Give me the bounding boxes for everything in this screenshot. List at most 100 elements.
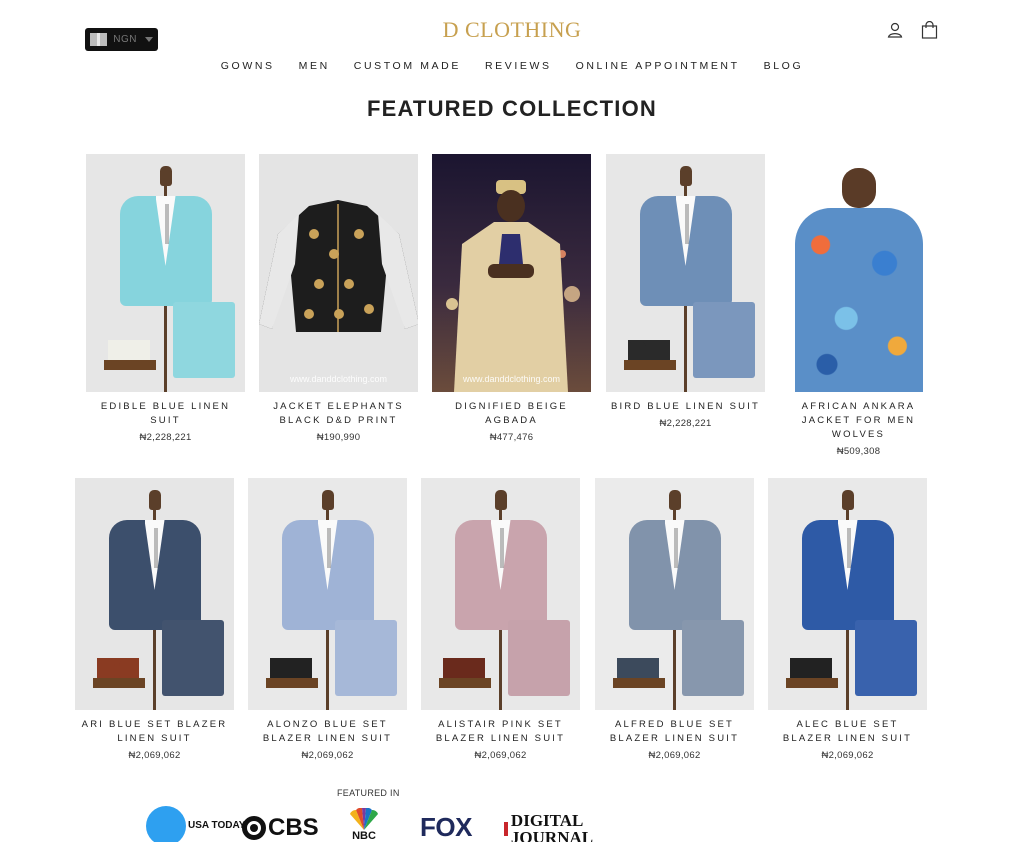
product-image[interactable] [595, 478, 754, 710]
shoe-shelf [439, 678, 491, 688]
nbc-logo: NBC [346, 808, 382, 842]
shoe-shelf [613, 678, 665, 688]
jacket-shape [119, 196, 212, 306]
product-card[interactable]: EDIBLE BLUE LINEN SUIT ₦2,228,221 [86, 154, 245, 443]
shoe-shelf [93, 678, 145, 688]
product-name[interactable]: AFRICAN ANKARA JACKET FOR MEN WOLVES [779, 400, 938, 442]
product-image[interactable] [606, 154, 765, 392]
digital-journal-mark-icon [504, 822, 508, 836]
watermark-text: www.danddclothing.com [289, 374, 388, 384]
product-name[interactable]: ALFRED BLUE SET BLAZER LINEN SUIT [595, 718, 754, 746]
product-price: ₦2,228,221 [139, 432, 192, 443]
shoes-shape [617, 658, 659, 678]
account-button[interactable] [887, 22, 903, 38]
product-price: ₦2,069,062 [821, 750, 874, 761]
shoes-shape [108, 340, 150, 360]
bag-icon [921, 21, 938, 39]
trousers-shape [508, 620, 570, 696]
product-name[interactable]: BIRD BLUE LINEN SUIT [606, 400, 765, 414]
nav-blog[interactable]: BLOG [764, 60, 804, 72]
product-price: ₦2,069,062 [128, 750, 181, 761]
shoe-shelf [266, 678, 318, 688]
product-image[interactable] [75, 478, 234, 710]
user-icon [887, 22, 903, 38]
product-card[interactable]: ALFRED BLUE SET BLAZER LINEN SUIT ₦2,069… [595, 478, 754, 761]
trousers-shape [335, 620, 397, 696]
digital-journal-logo: DIGITAL JOURNAL [504, 812, 614, 842]
jacket-shape [801, 520, 894, 630]
ankara-jacket-shape [794, 208, 923, 392]
jacket-shape [639, 196, 732, 306]
trousers-shape [682, 620, 744, 696]
product-name[interactable]: ALISTAIR PINK SET BLAZER LINEN SUIT [421, 718, 580, 746]
product-image[interactable] [421, 478, 580, 710]
jacket-shape [108, 520, 201, 630]
product-price: ₦2,069,062 [301, 750, 354, 761]
nav-custom-made[interactable]: CUSTOM MADE [354, 60, 461, 72]
product-name[interactable]: EDIBLE BLUE LINEN SUIT [86, 400, 245, 428]
watermark-text: www.danddclothing.com [462, 374, 561, 384]
nav-reviews[interactable]: REVIEWS [485, 60, 552, 72]
trousers-shape [855, 620, 917, 696]
nbc-peacock-icon [350, 808, 378, 830]
product-card[interactable]: ALISTAIR PINK SET BLAZER LINEN SUIT ₦2,0… [421, 478, 580, 761]
trousers-shape [162, 620, 224, 696]
mannequin-head [159, 166, 172, 186]
cbs-text: CBS [268, 814, 319, 841]
nav-gowns[interactable]: GOWNS [221, 60, 275, 72]
product-name[interactable]: JACKET ELEPHANTS BLACK D&D PRINT [259, 400, 418, 428]
nbc-text: NBC [352, 830, 376, 842]
product-card[interactable]: AFRICAN ANKARA JACKET FOR MEN WOLVES ₦50… [779, 154, 938, 457]
product-price: ₦190,990 [316, 432, 361, 443]
cart-button[interactable] [921, 21, 938, 39]
product-image[interactable] [768, 478, 927, 710]
shoes-shape [270, 658, 312, 678]
shoe-shelf [104, 360, 156, 370]
mannequin-head [679, 166, 692, 186]
product-card[interactable]: www.danddclothing.com DIGNIFIED BEIGE AG… [432, 154, 591, 443]
featured-in-label: FEATURED IN [337, 788, 400, 798]
product-card[interactable]: www.danddclothing.com JACKET ELEPHANTS B… [259, 154, 418, 443]
usa-today-text: USA TODAY [188, 820, 246, 831]
agbada-illustration [446, 180, 580, 392]
product-card[interactable]: BIRD BLUE LINEN SUIT ₦2,228,221 [606, 154, 765, 429]
brand-logo[interactable]: D CLOTHING [0, 17, 1024, 43]
jacket-shape [628, 520, 721, 630]
main-nav: GOWNS MEN CUSTOM MADE REVIEWS ONLINE APP… [0, 60, 1024, 72]
mannequin-head [321, 490, 334, 510]
mannequin-head [494, 490, 507, 510]
printed-jacket-illustration [259, 200, 418, 332]
product-name[interactable]: ARI BLUE SET BLAZER LINEN SUIT [75, 718, 234, 746]
nav-men[interactable]: MEN [299, 60, 330, 72]
digital-journal-text: DIGITAL JOURNAL [510, 811, 594, 842]
product-price: ₦477,476 [489, 432, 534, 443]
usa-today-circle-icon [146, 806, 186, 842]
cbs-logo: CBS [242, 814, 319, 842]
product-image[interactable]: www.danddclothing.com [259, 154, 418, 392]
product-name[interactable]: ALEC BLUE SET BLAZER LINEN SUIT [768, 718, 927, 746]
product-image[interactable] [248, 478, 407, 710]
product-price: ₦509,308 [836, 446, 881, 457]
mannequin-head [668, 490, 681, 510]
product-image[interactable]: www.danddclothing.com [432, 154, 591, 392]
product-card[interactable]: ALONZO BLUE SET BLAZER LINEN SUIT ₦2,069… [248, 478, 407, 761]
header-actions [887, 21, 938, 39]
usa-today-logo: USA TODAY [146, 806, 245, 842]
nav-online-appointment[interactable]: ONLINE APPOINTMENT [576, 60, 740, 72]
product-card[interactable]: ARI BLUE SET BLAZER LINEN SUIT ₦2,069,06… [75, 478, 234, 761]
trousers-shape [173, 302, 235, 378]
jacket-shape [454, 520, 547, 630]
product-card[interactable]: ALEC BLUE SET BLAZER LINEN SUIT ₦2,069,0… [768, 478, 927, 761]
shoes-shape [443, 658, 485, 678]
press-logos: USA TODAY CBS NBC FOX DIGITAL JOURNAL [146, 806, 626, 842]
shoe-shelf [624, 360, 676, 370]
product-image[interactable] [779, 154, 938, 392]
product-image[interactable] [86, 154, 245, 392]
jacket-shape [281, 520, 374, 630]
product-name[interactable]: ALONZO BLUE SET BLAZER LINEN SUIT [248, 718, 407, 746]
mannequin-head [841, 490, 854, 510]
cbs-eye-icon [242, 816, 266, 840]
fox-text: FOX [420, 812, 472, 842]
product-name[interactable]: DIGNIFIED BEIGE AGBADA [432, 400, 591, 428]
shoes-shape [790, 658, 832, 678]
